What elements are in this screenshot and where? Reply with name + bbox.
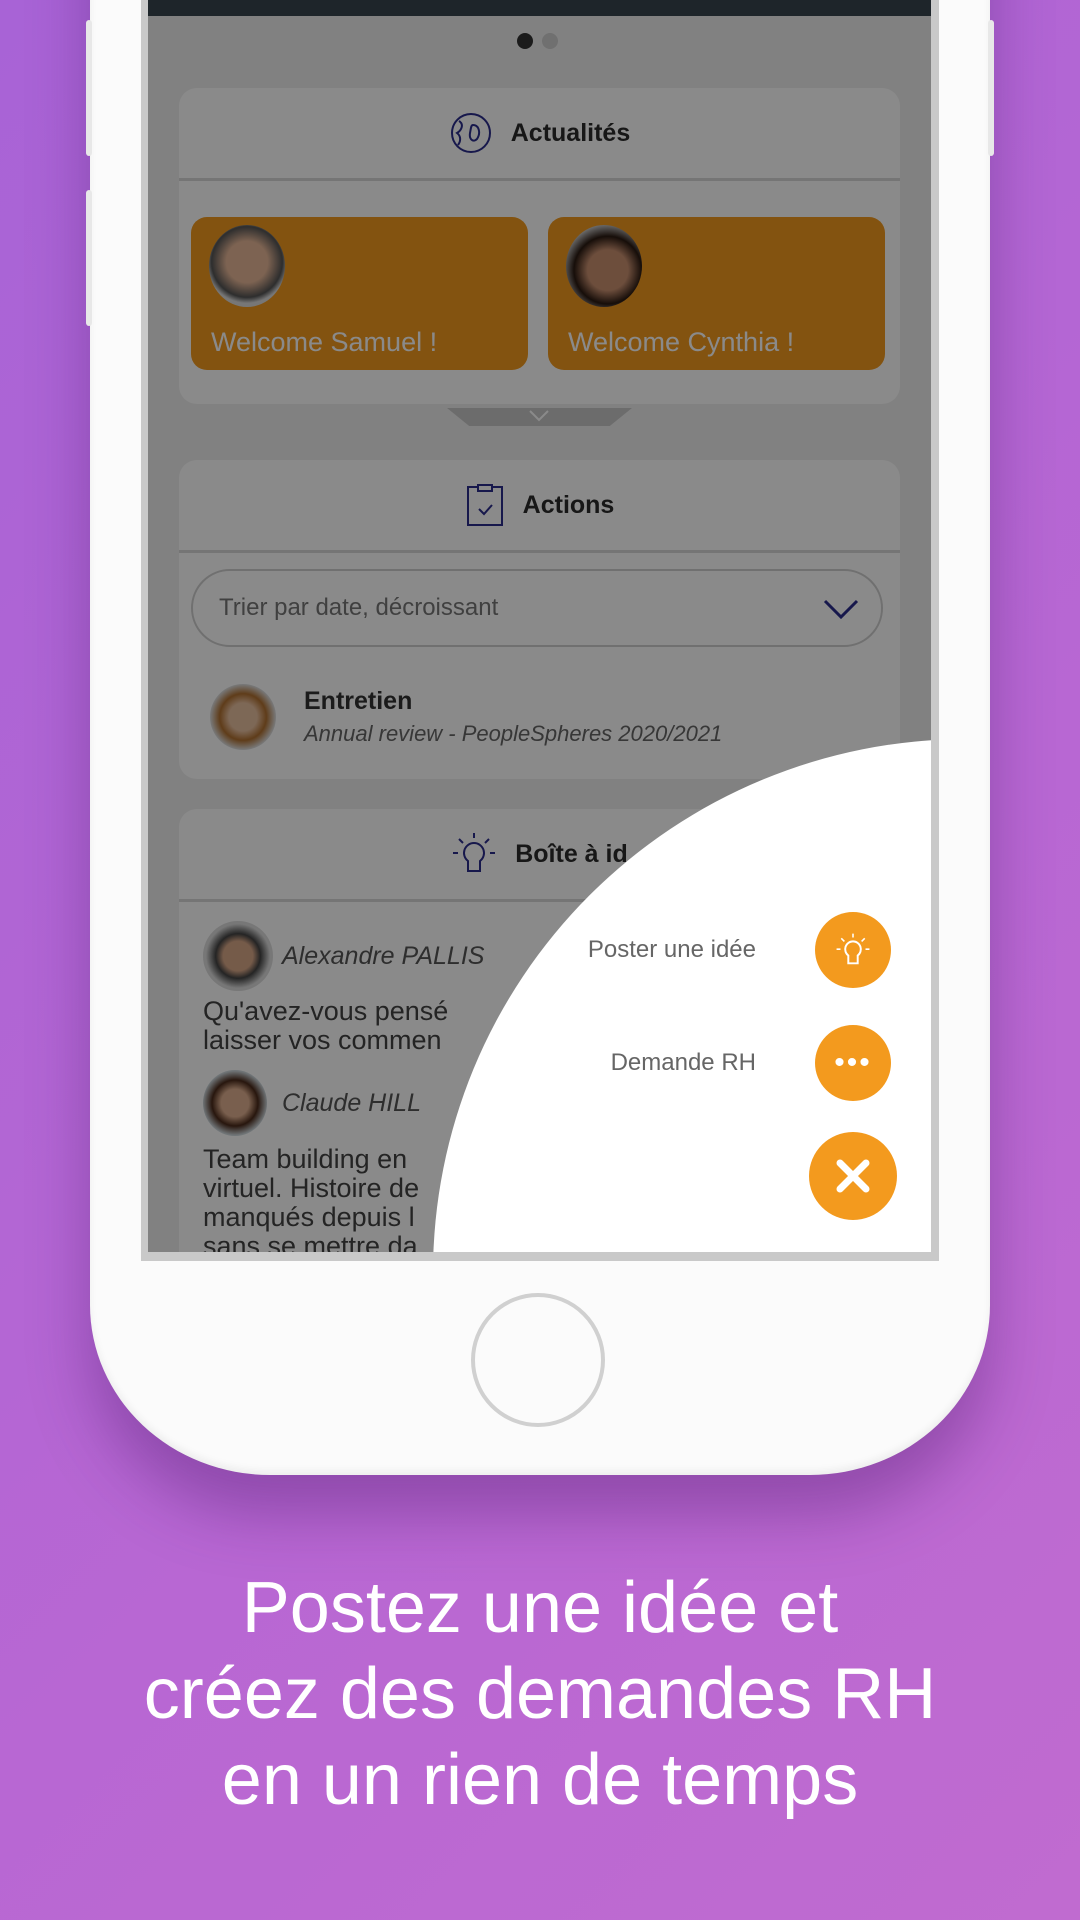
caption-line: créez des demandes RH	[143, 1654, 937, 1734]
caption-line: en un rien de temps	[221, 1740, 859, 1820]
lightbulb-icon	[836, 933, 870, 965]
close-icon	[836, 1159, 870, 1193]
phone-side-button	[86, 20, 92, 156]
hr-request-button[interactable]: •••	[815, 1025, 891, 1101]
phone-side-button	[86, 190, 92, 326]
phone-side-button	[988, 20, 994, 156]
hr-request-label[interactable]: Demande RH	[611, 1049, 756, 1077]
home-button[interactable]	[471, 1293, 605, 1427]
close-fab-button[interactable]	[809, 1132, 897, 1220]
more-dots-icon: •••	[834, 1046, 872, 1079]
post-idea-label[interactable]: Poster une idée	[588, 936, 756, 964]
app-screen: Actualités Welcome Samuel ! Welcome Cynt…	[148, 0, 931, 1252]
caption: Postez une idée et créez des demandes RH…	[0, 1565, 1080, 1823]
caption-line: Postez une idée et	[241, 1568, 839, 1648]
post-idea-button[interactable]	[815, 912, 891, 988]
